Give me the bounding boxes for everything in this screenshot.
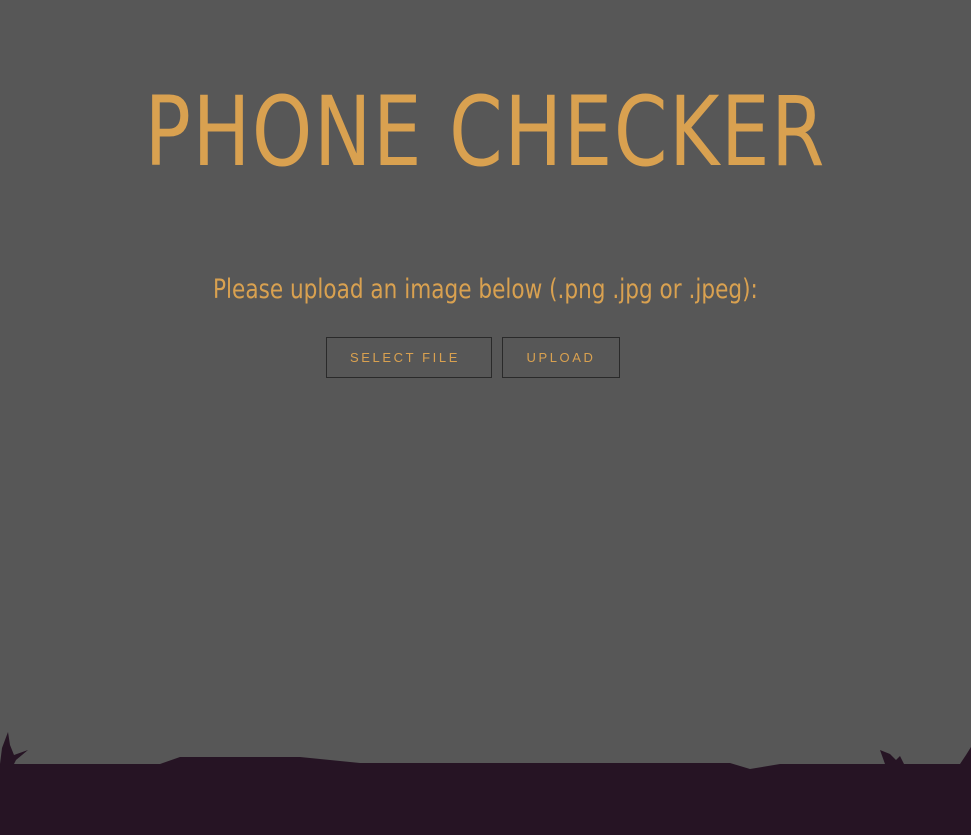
- page: PHONE CHECKER Please upload an image bel…: [0, 0, 971, 835]
- select-file-button[interactable]: SELECT FILE: [326, 337, 492, 378]
- right-edge-plant-icon: [960, 747, 971, 764]
- left-plant-icon: [0, 732, 28, 764]
- upload-prompt: Please upload an image below (.png .jpg …: [213, 274, 758, 305]
- upload-button[interactable]: UPLOAD: [502, 337, 620, 378]
- ground-silhouette: [0, 732, 971, 835]
- page-title: PHONE CHECKER: [144, 76, 827, 188]
- ground-shape: [0, 757, 971, 835]
- right-plant-icon: [880, 750, 904, 764]
